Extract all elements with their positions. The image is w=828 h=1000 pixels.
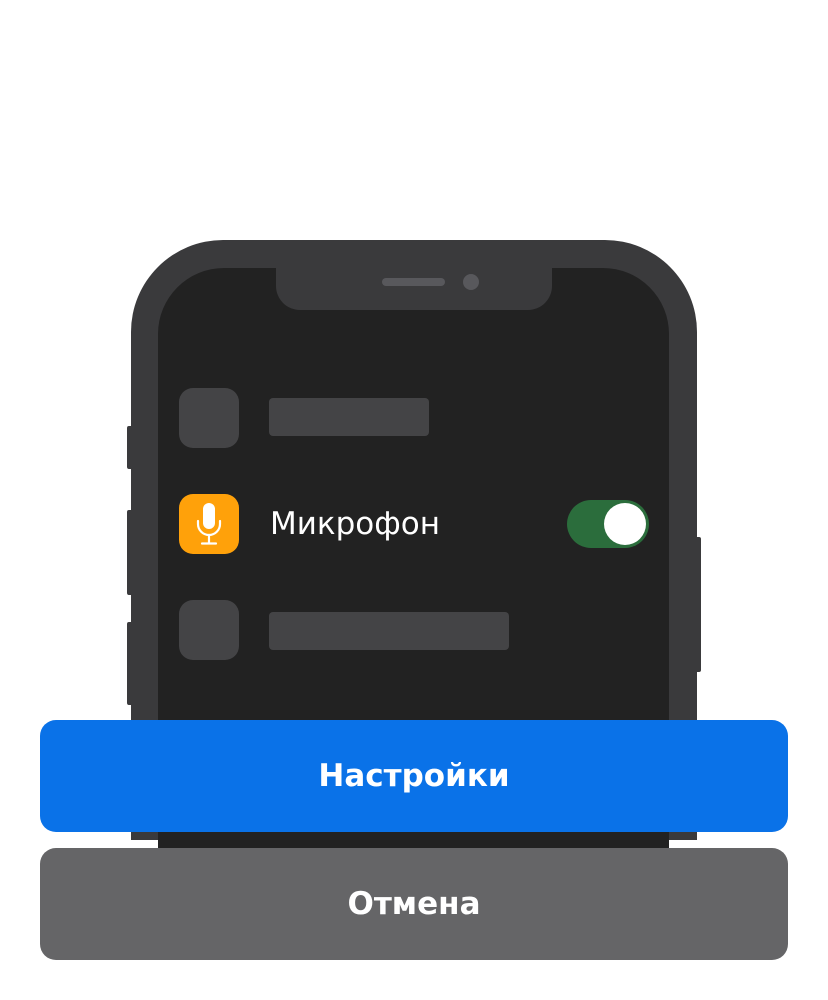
permission-screen: Микрофон Настройки Отмена	[0, 0, 828, 1000]
placeholder-app-icon	[179, 388, 239, 448]
toggle-knob	[604, 503, 646, 545]
placeholder-label-bar	[269, 612, 509, 650]
microphone-permission-label: Микрофон	[270, 506, 441, 542]
microphone-app-icon	[179, 494, 239, 554]
phone-notch	[276, 266, 552, 310]
phone-speaker	[382, 278, 445, 286]
microphone-icon	[196, 503, 222, 545]
cancel-button[interactable]: Отмена	[40, 848, 788, 960]
settings-button[interactable]: Настройки	[40, 720, 788, 832]
microphone-permission-toggle	[567, 500, 649, 548]
placeholder-app-icon	[179, 600, 239, 660]
phone-camera	[463, 274, 479, 290]
placeholder-label-bar	[269, 398, 429, 436]
